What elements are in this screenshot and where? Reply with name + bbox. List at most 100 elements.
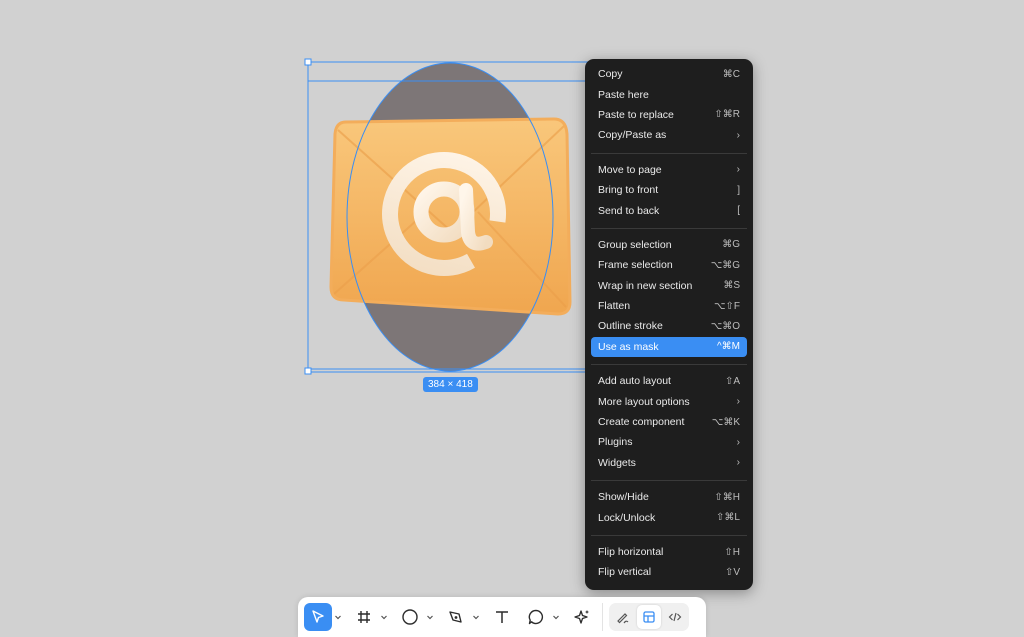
pencil-squiggle-icon (617, 613, 629, 624)
shape-tool-dropdown[interactable] (424, 603, 436, 631)
menu-item-show-hide[interactable]: Show/Hide ⇧⌘H (591, 487, 747, 507)
frame-tool-button[interactable] (350, 603, 378, 631)
chevron-down-icon (381, 615, 387, 620)
hash-frame-icon (358, 611, 370, 623)
menu-item-shortcut: ⇧⌘H (714, 491, 740, 503)
menu-item-copy-paste-as[interactable]: Copy/Paste as › (591, 125, 747, 145)
bottom-toolbar (298, 597, 706, 637)
menu-item-outline-stroke[interactable]: Outline stroke ⌥⌘O (591, 316, 747, 336)
sparkle-icon (574, 610, 589, 624)
toolbar-divider (602, 603, 603, 631)
menu-item-lock-unlock[interactable]: Lock/Unlock ⇧⌘L (591, 507, 747, 527)
menu-item-label: Flip vertical (598, 566, 652, 579)
menu-item-shortcut: ^⌘M (716, 341, 740, 353)
speech-bubble-icon (528, 609, 544, 625)
cursor-arrow-icon (312, 610, 324, 623)
move-tool-button[interactable] (304, 603, 332, 631)
menu-item-shortcut: ⇧⌘L (716, 512, 740, 524)
menu-item-label: Paste here (598, 88, 649, 101)
submenu-chevron-icon: › (736, 436, 740, 448)
menu-item-label: Show/Hide (598, 491, 649, 504)
menu-item-label: Use as mask (598, 340, 659, 353)
menu-item-plugins[interactable]: Plugins › (591, 432, 747, 452)
text-tool-button[interactable] (488, 603, 516, 631)
menu-item-label: Frame selection (598, 259, 673, 272)
menu-item-widgets[interactable]: Widgets › (591, 453, 747, 473)
menu-item-label: Paste to replace (598, 108, 674, 121)
comment-tool-dropdown[interactable] (550, 603, 562, 631)
design-mode-button[interactable] (637, 605, 661, 629)
menu-item-shortcut: ⌥⌘K (711, 416, 740, 428)
menu-item-shortcut: ⇧⌘R (714, 109, 740, 121)
menu-item-label: Widgets (598, 456, 636, 469)
design-layout-icon (643, 611, 655, 623)
dev-mode-button[interactable] (663, 605, 687, 629)
menu-item-shortcut: ⌘G (722, 239, 740, 251)
design-canvas[interactable]: 384 × 418 Copy ⌘C Paste here Paste to repla… (0, 0, 1024, 637)
menu-separator (591, 480, 747, 482)
menu-item-label: Bring to front (598, 184, 659, 197)
menu-item-flatten[interactable]: Flatten ⌥⇧F (591, 296, 747, 316)
menu-item-shortcut: ⇧H (724, 546, 740, 558)
menu-item-group-selection[interactable]: Group selection ⌘G (591, 235, 747, 255)
menu-separator (591, 364, 747, 366)
menu-item-use-as-mask[interactable]: Use as mask ^⌘M (591, 336, 747, 358)
menu-item-label: Group selection (598, 238, 672, 251)
comment-tool-button[interactable] (522, 603, 550, 631)
menu-item-label: Outline stroke (598, 320, 663, 333)
menu-item-shortcut: ⌥⌘O (710, 320, 740, 332)
menu-item-shortcut: ⌥⇧F (713, 300, 740, 312)
menu-item-label: Flatten (598, 300, 631, 313)
menu-item-create-component[interactable]: Create component ⌥⌘K (591, 412, 747, 432)
pen-tool-button[interactable] (442, 603, 470, 631)
pen-tool-dropdown[interactable] (470, 603, 482, 631)
menu-item-label: Send to back (598, 204, 660, 217)
submenu-chevron-icon: › (736, 396, 740, 408)
selected-artwork[interactable] (304, 58, 593, 375)
submenu-chevron-icon: › (736, 164, 740, 176)
menu-item-label: Move to page (598, 163, 662, 176)
menu-item-shortcut: ] (737, 184, 740, 196)
code-brackets-icon (668, 612, 682, 622)
menu-item-copy[interactable]: Copy ⌘C (591, 64, 747, 84)
menu-item-paste-here[interactable]: Paste here (591, 84, 747, 104)
resize-handle-bottom-left (304, 367, 312, 375)
context-menu: Copy ⌘C Paste here Paste to replace ⇧⌘R Copy/… (585, 59, 753, 590)
menu-separator (591, 227, 747, 229)
menu-item-wrap-in-new-section[interactable]: Wrap in new section ⌘S (591, 276, 747, 296)
selection-size-badge: 384 × 418 (423, 377, 478, 392)
menu-item-bring-to-front[interactable]: Bring to front] (591, 180, 747, 200)
actions-tool-button[interactable] (568, 603, 596, 631)
frame-tool-dropdown[interactable] (378, 603, 390, 631)
menu-item-label: Flip horizontal (598, 546, 664, 558)
menu-item-label: Lock/Unlock (598, 511, 656, 524)
menu-item-label: Add auto layout (598, 375, 671, 388)
artwork-graphic (304, 58, 593, 375)
menu-item-move-to-page[interactable]: Move to page › (591, 160, 747, 180)
envelope-icon (329, 117, 572, 316)
menu-item-shortcut: ⇧V (724, 566, 740, 578)
submenu-chevron-icon: › (736, 129, 740, 141)
menu-item-more-layout-options[interactable]: More layout options › (591, 391, 747, 411)
menu-separator (591, 152, 747, 154)
menu-item-flip-horizontal[interactable]: Flip horizontal ⇧H (591, 542, 747, 562)
resize-handle-top-left (304, 58, 312, 66)
text-t-icon (496, 611, 508, 623)
chevron-down-icon (473, 615, 479, 620)
move-tool-dropdown[interactable] (332, 603, 344, 631)
chevron-down-icon (553, 615, 559, 620)
menu-item-shortcut: ⌥⌘G (710, 259, 740, 271)
mode-switcher (609, 603, 689, 631)
menu-item-label: Plugins (598, 436, 633, 449)
menu-item-shortcut: ⌘C (722, 68, 740, 80)
menu-item-shortcut: [ (737, 205, 740, 217)
draw-mode-button[interactable] (611, 605, 635, 629)
menu-item-frame-selection[interactable]: Frame selection ⌥⌘G (591, 255, 747, 275)
menu-item-shortcut: ⌘S (723, 280, 740, 292)
menu-item-send-to-back[interactable]: Send to back [ (591, 200, 747, 220)
menu-item-paste-to-replace[interactable]: Paste to replace ⇧⌘R (591, 105, 747, 125)
pen-icon (449, 611, 462, 623)
menu-item-add-auto-layout[interactable]: Add auto layout ⇧A (591, 371, 747, 391)
menu-item-flip-vertical[interactable]: Flip vertical ⇧V (591, 562, 747, 582)
shape-tool-button[interactable] (396, 603, 424, 631)
